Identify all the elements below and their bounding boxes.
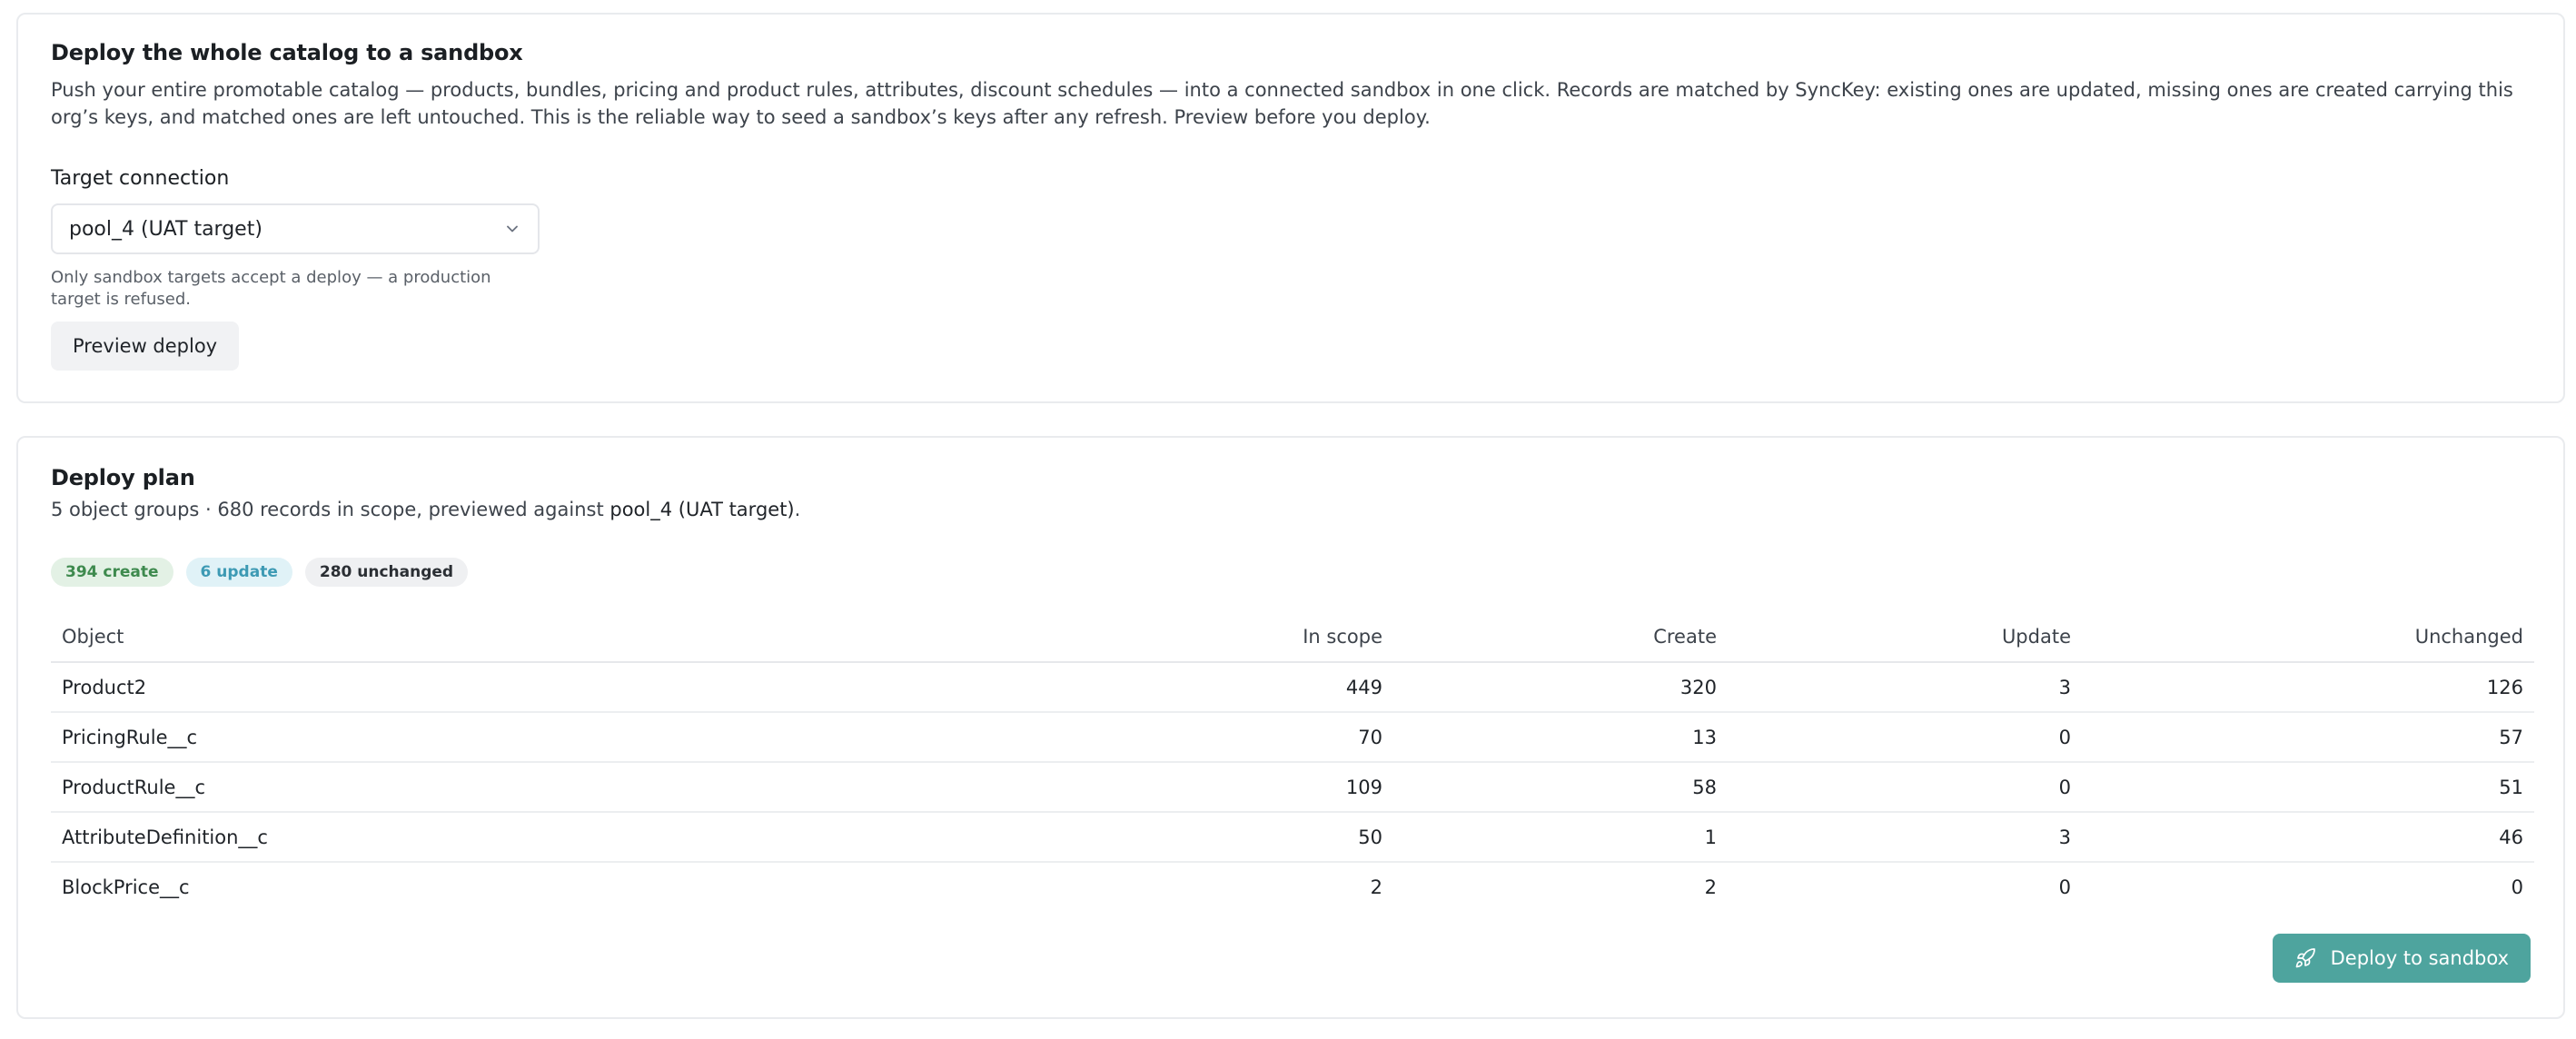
deploy-catalog-card: Deploy the whole catalog to a sandbox Pu… bbox=[16, 13, 2565, 403]
table-row: ProductRule__c 109 58 0 51 bbox=[51, 762, 2534, 813]
deploy-plan-table: Object In scope Create Update Unchanged … bbox=[51, 612, 2534, 911]
unchanged-cell: 126 bbox=[2082, 662, 2534, 713]
deploy-catalog-description: Push your entire promotable catalog — pr… bbox=[51, 79, 2513, 128]
deploy-plan-title: Deploy plan bbox=[51, 465, 195, 490]
column-header-update: Update bbox=[1728, 612, 2082, 663]
target-connection-value: pool_4 (UAT target) bbox=[69, 217, 263, 241]
column-header-object: Object bbox=[51, 612, 554, 663]
in-scope-cell: 449 bbox=[554, 662, 1393, 713]
table-row: Product2 449 320 3 126 bbox=[51, 662, 2534, 713]
update-cell: 0 bbox=[1728, 712, 2082, 763]
unchanged-cell: 46 bbox=[2082, 812, 2534, 863]
update-cell: 0 bbox=[2058, 876, 2071, 898]
unchanged-cell: 57 bbox=[2082, 712, 2534, 763]
object-cell: BlockPrice__c bbox=[62, 876, 190, 898]
in-scope-cell: 109 bbox=[554, 762, 1393, 813]
unchanged-count-badge: 280 unchanged bbox=[304, 558, 469, 587]
column-header-in-scope: In scope bbox=[554, 612, 1393, 663]
create-cell: 1 bbox=[1393, 812, 1728, 863]
column-header-create: Create bbox=[1393, 612, 1728, 663]
deploy-plan-summary-suffix: . bbox=[794, 499, 801, 520]
deploy-plan-summary-text: 5 object groups · 680 records in scope, … bbox=[51, 499, 604, 520]
table-header-row: Object In scope Create Update Unchanged bbox=[51, 612, 2534, 663]
unchanged-cell: 51 bbox=[2082, 762, 2534, 813]
deploy-to-sandbox-label: Deploy to sandbox bbox=[2330, 947, 2509, 969]
table-row: PricingRule__c 70 13 0 57 bbox=[51, 712, 2534, 763]
update-count-badge: 6 update bbox=[185, 558, 292, 587]
object-cell: ProductRule__c bbox=[51, 762, 554, 813]
update-cell: 3 bbox=[1728, 812, 2082, 863]
preview-deploy-button[interactable]: Preview deploy bbox=[51, 322, 240, 371]
target-connection-label: Target connection bbox=[51, 167, 230, 190]
target-connection-select[interactable]: pool_4 (UAT target) bbox=[51, 203, 540, 254]
in-scope-cell: 2 bbox=[1370, 876, 1382, 898]
create-cell: 58 bbox=[1393, 762, 1728, 813]
target-connection-hint: Only sandbox targets accept a deploy — a… bbox=[51, 268, 491, 309]
create-count-badge: 394 create bbox=[51, 558, 173, 587]
deploy-plan-summary: 5 object groups · 680 records in scope, … bbox=[51, 496, 2531, 523]
update-cell: 0 bbox=[1728, 762, 2082, 813]
create-cell: 320 bbox=[1393, 662, 1728, 713]
update-cell: 3 bbox=[1728, 662, 2082, 713]
object-cell: Product2 bbox=[51, 662, 554, 713]
deploy-catalog-title: Deploy the whole catalog to a sandbox bbox=[51, 40, 523, 65]
column-header-unchanged: Unchanged bbox=[2082, 612, 2534, 663]
rocket-icon bbox=[2294, 947, 2316, 969]
deploy-to-sandbox-button[interactable]: Deploy to sandbox bbox=[2272, 934, 2531, 983]
create-cell: 2 bbox=[1704, 876, 1717, 898]
create-cell: 13 bbox=[1393, 712, 1728, 763]
deploy-plan-summary-target: pool_4 (UAT target) bbox=[609, 499, 795, 520]
object-cell: PricingRule__c bbox=[51, 712, 554, 763]
in-scope-cell: 50 bbox=[554, 812, 1393, 863]
deploy-plan-card: Deploy plan 5 object groups · 680 record… bbox=[16, 436, 2565, 1019]
deploy-plan-badges: 394 create 6 update 280 unchanged bbox=[51, 558, 469, 587]
chevron-down-icon bbox=[503, 220, 521, 238]
table-row: AttributeDefinition__c 50 1 3 46 bbox=[51, 812, 2534, 863]
unchanged-cell: 0 bbox=[2511, 876, 2523, 898]
in-scope-cell: 70 bbox=[554, 712, 1393, 763]
table-row: BlockPrice__c 2 2 0 0 bbox=[51, 862, 2534, 911]
object-cell: AttributeDefinition__c bbox=[51, 812, 554, 863]
